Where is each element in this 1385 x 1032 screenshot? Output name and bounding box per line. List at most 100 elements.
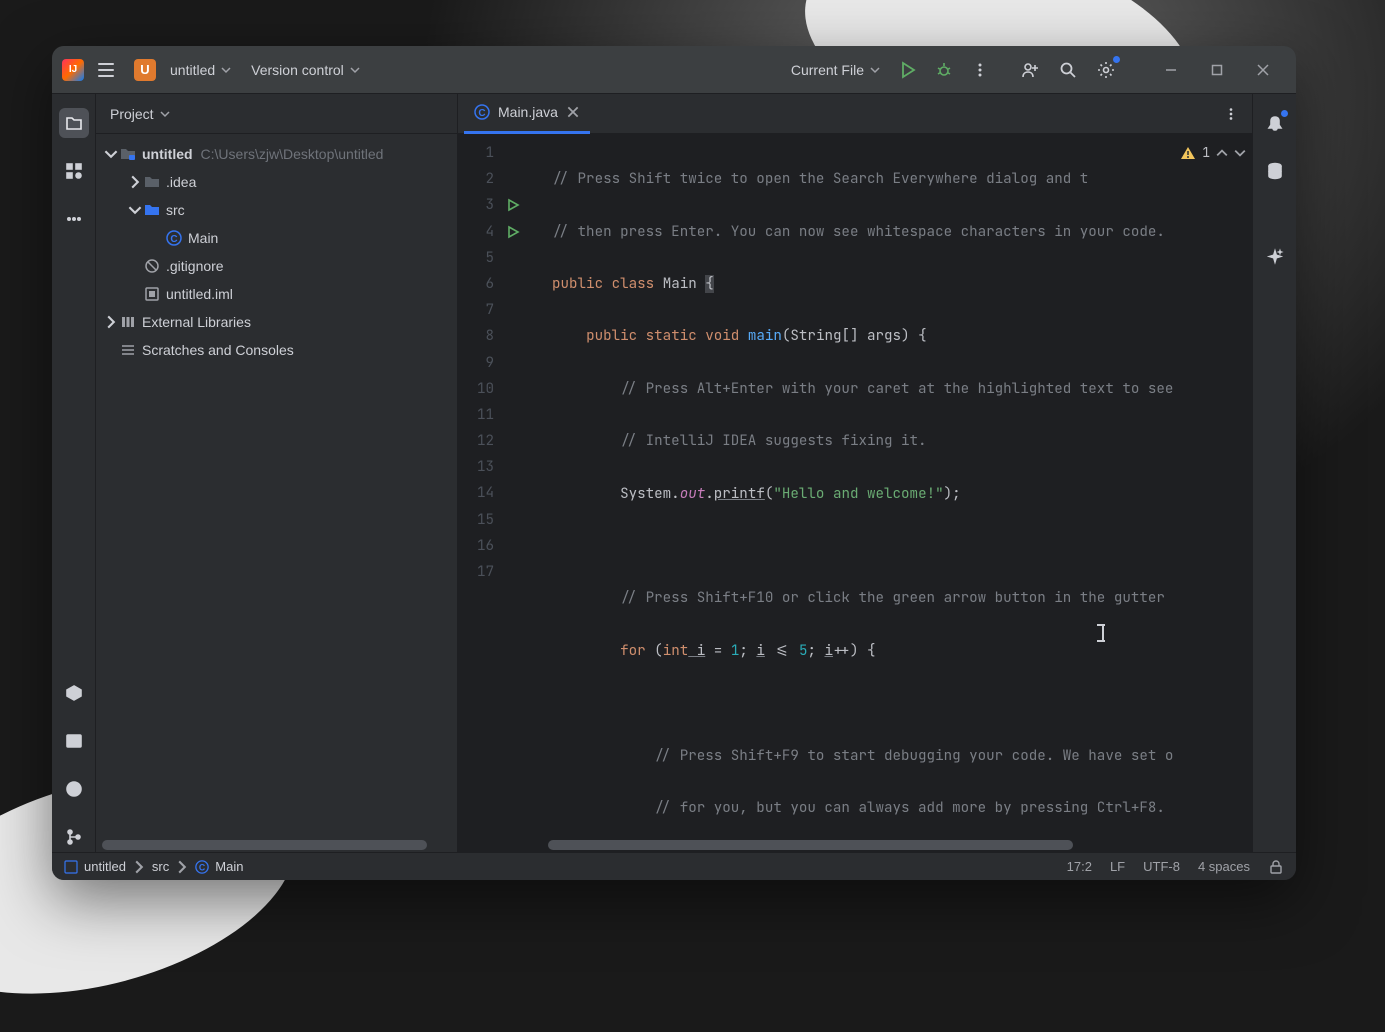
- class-icon: C: [195, 860, 209, 874]
- module-icon: [144, 286, 160, 302]
- structure-tool-button[interactable]: [59, 156, 89, 186]
- chevron-right-icon: [132, 860, 146, 874]
- editor-scrollbar-h[interactable]: [548, 840, 1073, 850]
- tree-root-name: untitled: [142, 146, 193, 162]
- chevron-up-icon[interactable]: [1216, 147, 1228, 159]
- settings-button[interactable]: [1090, 54, 1122, 86]
- project-name-label: untitled: [170, 62, 215, 78]
- version-control-menu[interactable]: Version control: [245, 58, 366, 82]
- git-tool-button[interactable]: [59, 822, 89, 852]
- chevron-down-icon: [160, 109, 170, 119]
- chevron-right-icon: [104, 315, 118, 329]
- class-icon: C: [474, 104, 490, 120]
- tree-root[interactable]: untitled C:\Users\zjw\Desktop\untitled: [96, 140, 457, 168]
- scratches-icon: [120, 342, 136, 358]
- close-button[interactable]: [1240, 54, 1286, 86]
- database-tool-button[interactable]: [1260, 156, 1290, 186]
- ignore-icon: [144, 258, 160, 274]
- run-gutter: [502, 134, 536, 840]
- chevron-down-icon: [221, 65, 231, 75]
- editor-tab-main[interactable]: C Main.java: [464, 94, 590, 134]
- breadcrumb-item: src: [152, 859, 169, 874]
- ai-tool-button[interactable]: [1260, 242, 1290, 272]
- svg-text:C: C: [199, 862, 206, 872]
- project-tree: untitled C:\Users\zjw\Desktop\untitled .…: [96, 134, 457, 840]
- chevron-right-icon: [128, 175, 142, 189]
- project-badge: U: [134, 59, 156, 81]
- main-menu-button[interactable]: [92, 56, 120, 84]
- vcs-label: Version control: [251, 62, 344, 78]
- tree-item-label: src: [166, 202, 185, 218]
- problems-tool-button[interactable]: [59, 774, 89, 804]
- class-icon: C: [166, 230, 182, 246]
- code-content[interactable]: // Press Shift twice to open the Search …: [536, 134, 1252, 840]
- terminal-tool-button[interactable]: [59, 726, 89, 756]
- chevron-right-icon: [175, 860, 189, 874]
- run-config-label: Current File: [791, 62, 864, 78]
- debug-button[interactable]: [928, 54, 960, 86]
- tree-item-label: .idea: [166, 174, 196, 190]
- settings-badge: [1113, 56, 1120, 63]
- warning-count: 1: [1202, 140, 1210, 166]
- module-icon: [64, 860, 78, 874]
- tree-root-path: C:\Users\zjw\Desktop\untitled: [201, 146, 384, 162]
- tree-item-main[interactable]: C Main: [96, 224, 457, 252]
- right-tool-strip: [1252, 94, 1296, 852]
- lock-icon[interactable]: [1268, 859, 1284, 875]
- breadcrumb[interactable]: untitled src C Main: [64, 859, 243, 874]
- folder-icon: [120, 146, 136, 162]
- left-tool-strip: [52, 94, 96, 852]
- tree-item-iml[interactable]: untitled.iml: [96, 280, 457, 308]
- chevron-down-icon[interactable]: [1234, 147, 1246, 159]
- svg-text:C: C: [478, 108, 485, 119]
- tree-item-scratches[interactable]: Scratches and Consoles: [96, 336, 457, 364]
- ide-window: IJ U untitled Version control Current Fi…: [52, 46, 1296, 880]
- project-tool-button[interactable]: [59, 108, 89, 138]
- status-line-ending[interactable]: LF: [1110, 859, 1125, 874]
- tab-label: Main.java: [498, 104, 558, 120]
- tree-item-idea[interactable]: .idea: [96, 168, 457, 196]
- project-panel: Project untitled C:\Users\zjw\Desktop\un…: [96, 94, 458, 852]
- project-selector[interactable]: untitled: [164, 58, 237, 82]
- tree-item-label: Scratches and Consoles: [142, 342, 294, 358]
- run-line-icon[interactable]: [502, 192, 536, 218]
- minimize-button[interactable]: [1148, 54, 1194, 86]
- status-indent[interactable]: 4 spaces: [1198, 859, 1250, 874]
- project-scrollbar[interactable]: [102, 840, 427, 850]
- tree-item-label: External Libraries: [142, 314, 251, 330]
- code-with-me-button[interactable]: [1014, 54, 1046, 86]
- editor-area: C Main.java 1234567891011121314151617: [458, 94, 1252, 852]
- status-position[interactable]: 17:2: [1067, 859, 1092, 874]
- run-line-icon[interactable]: [502, 219, 536, 245]
- editor-tabbar: C Main.java: [458, 94, 1252, 134]
- tree-item-label: .gitignore: [166, 258, 224, 274]
- maximize-button[interactable]: [1194, 54, 1240, 86]
- folder-icon: [144, 174, 160, 190]
- inspection-widget[interactable]: 1: [1180, 140, 1246, 166]
- search-button[interactable]: [1052, 54, 1084, 86]
- project-panel-title: Project: [110, 106, 154, 122]
- titlebar: IJ U untitled Version control Current Fi…: [52, 46, 1296, 94]
- notification-badge: [1281, 110, 1288, 117]
- run-config-selector[interactable]: Current File: [783, 58, 888, 82]
- breadcrumb-item: untitled: [84, 859, 126, 874]
- chevron-down-icon: [870, 65, 880, 75]
- tree-item-ext-libs[interactable]: External Libraries: [96, 308, 457, 336]
- editor[interactable]: 1234567891011121314151617 // Press Shift…: [458, 134, 1252, 840]
- tab-menu-button[interactable]: [1216, 106, 1246, 122]
- services-tool-button[interactable]: [59, 678, 89, 708]
- project-panel-header[interactable]: Project: [96, 94, 457, 134]
- tree-item-gitignore[interactable]: .gitignore: [96, 252, 457, 280]
- run-button[interactable]: [892, 54, 924, 86]
- more-tool-button[interactable]: [59, 204, 89, 234]
- close-icon[interactable]: [566, 105, 580, 119]
- more-actions-button[interactable]: [964, 54, 996, 86]
- line-gutter: 1234567891011121314151617: [458, 134, 502, 840]
- tree-item-src[interactable]: src: [96, 196, 457, 224]
- tree-item-label: Main: [188, 230, 218, 246]
- svg-text:C: C: [170, 234, 177, 245]
- library-icon: [120, 314, 136, 330]
- chevron-down-icon: [104, 147, 118, 161]
- notifications-tool-button[interactable]: [1260, 108, 1290, 138]
- status-encoding[interactable]: UTF-8: [1143, 859, 1180, 874]
